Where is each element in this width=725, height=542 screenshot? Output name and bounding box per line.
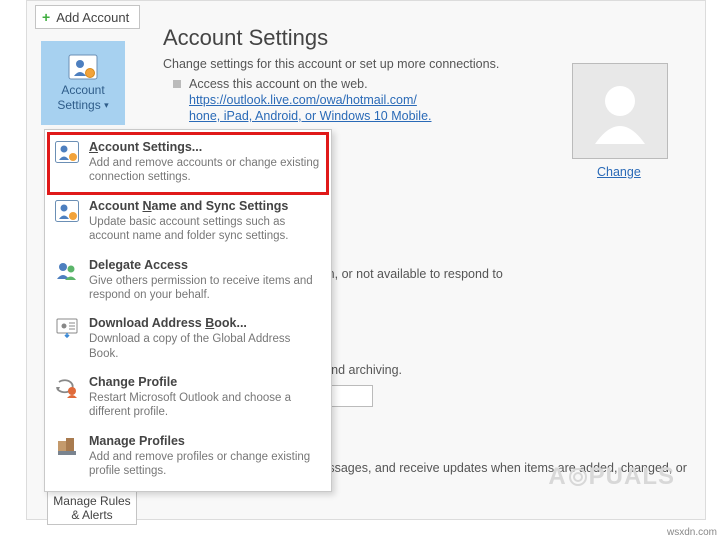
menu-title: Delegate Access (89, 258, 321, 272)
menu-item-name-sync[interactable]: Account Name and Sync Settings Update ba… (49, 193, 327, 252)
owa-link[interactable]: https://outlook.live.com/owa/hotmail.com… (189, 93, 432, 107)
menu-title: Account Name and Sync Settings (89, 199, 321, 213)
account-settings-menu-icon (55, 140, 79, 164)
page-title: Account Settings (163, 25, 328, 51)
account-settings-menu: Account Settings... Add and remove accou… (44, 129, 332, 492)
menu-desc: Update basic account settings such as ac… (89, 215, 321, 244)
menu-title: Download Address Book... (89, 316, 321, 330)
plus-icon: + (42, 9, 50, 25)
menu-title: Change Profile (89, 375, 321, 389)
add-account-button[interactable]: + Add Account (35, 5, 140, 29)
menu-title: Account Settings... (89, 140, 321, 154)
ribbon-label-2: Settings (57, 98, 100, 112)
name-sync-icon (55, 199, 79, 223)
rules-label-2: & Alerts (71, 508, 112, 522)
menu-item-delegate-access[interactable]: Delegate Access Give others permission t… (49, 252, 327, 311)
web-access-label: Access this account on the web. (189, 77, 432, 91)
menu-desc: Add and remove profiles or change existi… (89, 450, 321, 479)
account-settings-icon (68, 54, 98, 80)
manage-rules-button[interactable]: Manage Rules & Alerts (47, 491, 137, 525)
delegate-icon (55, 258, 79, 282)
menu-item-account-settings[interactable]: Account Settings... Add and remove accou… (49, 134, 327, 193)
web-access-row: Access this account on the web. https://… (173, 77, 432, 123)
menu-title: Manage Profiles (89, 434, 321, 448)
avatar-placeholder-icon (585, 76, 655, 146)
menu-item-change-profile[interactable]: Change Profile Restart Microsoft Outlook… (49, 369, 327, 428)
menu-desc: Add and remove accounts or change existi… (89, 156, 321, 185)
change-photo-link[interactable]: Change (597, 165, 641, 179)
menu-desc: Restart Microsoft Outlook and choose a d… (89, 391, 321, 420)
page-subtitle: Change settings for this account or set … (163, 57, 499, 71)
account-settings-ribbon-button[interactable]: Account Settings ▾ (41, 41, 125, 125)
menu-item-manage-profiles[interactable]: Manage Profiles Add and remove profiles … (49, 428, 327, 487)
chevron-down-icon: ▾ (104, 100, 109, 110)
bullet-icon (173, 80, 181, 88)
toolbar: + Add Account (27, 5, 140, 29)
menu-desc: Download a copy of the Global Address Bo… (89, 332, 321, 361)
manage-profiles-icon (55, 434, 79, 458)
mobile-apps-link[interactable]: hone, iPad, Android, or Windows 10 Mobil… (189, 109, 432, 123)
settings-window: + Add Account Account Settings ▾ Account… (26, 0, 706, 520)
menu-item-download-address-book[interactable]: Download Address Book... Download a copy… (49, 310, 327, 369)
attribution: wsxdn.com (667, 527, 717, 538)
rules-label-1: Manage Rules (53, 494, 130, 508)
ribbon-label-1: Account (61, 84, 104, 97)
change-profile-icon (55, 375, 79, 399)
menu-desc: Give others permission to receive items … (89, 274, 321, 303)
avatar (572, 63, 668, 159)
add-account-label: Add Account (56, 10, 129, 25)
address-book-icon (55, 316, 79, 340)
